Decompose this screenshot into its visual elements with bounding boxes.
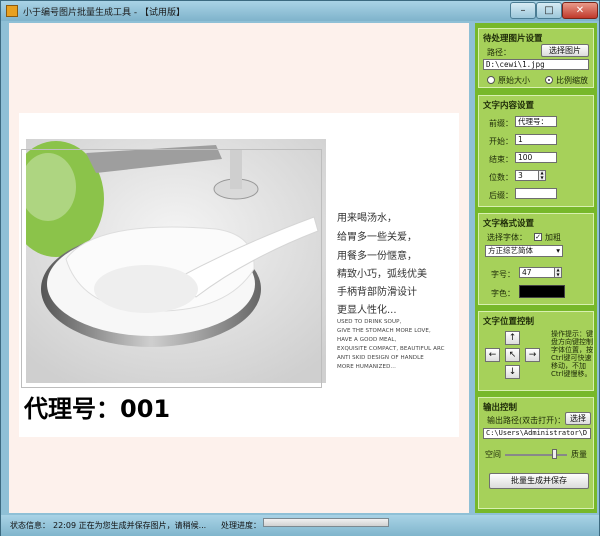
english-line: MORE HUMANIZED... [337, 364, 396, 370]
end-input[interactable]: 100 [515, 152, 557, 163]
output-path-label: 输出路径(双击打开)： [487, 416, 566, 425]
prefix-input[interactable]: 代理号： [515, 116, 557, 127]
start-input[interactable]: 1 [515, 134, 557, 145]
output-path-input[interactable]: C:\Users\Administrator\D [483, 428, 591, 439]
english-line: USED TO DRINK SOUP, [337, 319, 402, 325]
group-title: 文字内容设置 [483, 101, 535, 111]
color-swatch[interactable] [519, 285, 565, 298]
position-group: 文字位置控制 ↑ ← ↖ → ↓ 操作提示：键盘方向键控制字体位置，按Ctrl键… [478, 311, 594, 391]
minimize-button[interactable]: – [510, 2, 536, 19]
suffix-label: 后缀： [489, 191, 513, 200]
suffix-input[interactable] [515, 188, 557, 199]
english-line: EXQUISITE COMPACT, BEAUTIFUL ARC [337, 346, 445, 352]
generate-save-button[interactable]: 批量生成并保存 [489, 473, 589, 489]
output-group: 输出控制 输出路径(双击打开)： 选择 C:\Users\Administrat… [478, 397, 594, 509]
copy-line: 用来喝汤水， [337, 213, 397, 224]
group-title: 待处理图片设置 [483, 34, 543, 44]
prefix-label: 前缀： [489, 119, 513, 128]
image-path-input[interactable]: D:\cewi\1.jpg [483, 59, 589, 70]
copy-line: 给胃多一些关爱， [337, 232, 417, 243]
digits-spinner[interactable]: ▲ ▼ [538, 170, 546, 181]
quality-label: 质量 [571, 450, 587, 459]
scale-label: 比例缩放 [556, 76, 588, 85]
progress-bar [263, 518, 389, 527]
end-label: 结束： [489, 155, 513, 164]
original-size-label: 原始大小 [498, 76, 530, 85]
status-message: 22:09 正在为您生成并保存图片，请稍候... [53, 521, 207, 530]
move-right-button[interactable]: → [525, 348, 540, 362]
size-input[interactable]: 47 [519, 267, 555, 278]
title-bar[interactable]: 小于编号图片批量生成工具 - 【试用版】 – □ ✕ [1, 1, 599, 21]
move-down-button[interactable]: ↓ [505, 365, 520, 379]
copy-line: 用餐多一份惬意， [337, 251, 417, 262]
english-line: ANTI SKID DESIGN OF HANDLE [337, 355, 424, 361]
control-panel: 待处理图片设置 路径： 选择图片 D:\cewi\1.jpg 原始大小 比例缩放… [475, 23, 597, 513]
group-title: 文字位置控制 [483, 317, 535, 327]
move-left-button[interactable]: ← [485, 348, 500, 362]
copy-line: 精致小巧，弧线优美 [337, 269, 427, 280]
app-icon [6, 5, 18, 17]
english-line: GIVE THE STOMACH MORE LOVE, [337, 328, 431, 334]
size-spinner[interactable]: ▲ ▼ [554, 267, 562, 278]
copy-line: 手柄背部防滑设计 [337, 287, 417, 298]
move-up-button[interactable]: ↑ [505, 331, 520, 345]
digits-label: 位数： [489, 173, 513, 182]
image-settings-group: 待处理图片设置 路径： 选择图片 D:\cewi\1.jpg 原始大小 比例缩放 [478, 28, 594, 88]
move-center-button[interactable]: ↖ [505, 348, 520, 362]
copy-line: 更显人性化... [337, 305, 397, 316]
path-label: 路径： [487, 48, 511, 57]
status-label: 状态信息： [10, 521, 50, 530]
app-window: 小于编号图片批量生成工具 - 【试用版】 – □ ✕ 用来喝汤水， 给胃多一些关… [0, 0, 600, 536]
watermark-text: 代理号：001 [24, 395, 171, 423]
original-size-radio[interactable] [487, 76, 495, 84]
scale-radio[interactable] [545, 76, 553, 84]
color-label: 字色： [491, 289, 515, 298]
progress-label: 处理进度： [221, 521, 261, 530]
quality-slider-thumb[interactable] [551, 449, 557, 459]
bold-checkbox[interactable]: ✓ [534, 233, 542, 241]
text-content-group: 文字内容设置 前缀： 代理号： 开始： 1 结束： 100 位数： 3 ▲ ▼ 后… [478, 95, 594, 207]
font-select-value: 方正综艺简体 [488, 246, 533, 255]
font-label: 选择字体： [487, 233, 527, 242]
digits-input[interactable]: 3 [515, 170, 539, 181]
text-format-group: 文字格式设置 选择字体： ✓ 加粗 方正综艺简体 ▾ 字号： 47 ▲ ▼ 字色： [478, 213, 594, 305]
start-label: 开始： [489, 137, 513, 146]
size-label: 字号： [491, 270, 515, 279]
photo-frame [21, 149, 322, 388]
window-title: 小于编号图片批量生成工具 - 【试用版】 [23, 8, 185, 18]
english-line: HAVE A GOOD MEAL, [337, 337, 397, 343]
select-image-button[interactable]: 选择图片 [541, 44, 589, 57]
space-label: 空间 [485, 450, 501, 459]
bold-label: 加粗 [545, 233, 561, 242]
close-button[interactable]: ✕ [562, 2, 598, 19]
select-output-button[interactable]: 选择 [565, 412, 591, 425]
group-title: 文字格式设置 [483, 219, 535, 229]
chevron-down-icon: ▾ [556, 246, 560, 255]
group-title: 输出控制 [483, 403, 518, 413]
position-hint: 操作提示：键盘方向键控制字体位置，按Ctrl键可快速移动，不加Ctrl键慢移。 [551, 330, 593, 378]
maximize-button[interactable]: □ [536, 2, 562, 19]
font-select[interactable]: 方正综艺简体 ▾ [485, 245, 563, 257]
quality-slider[interactable] [505, 454, 567, 456]
